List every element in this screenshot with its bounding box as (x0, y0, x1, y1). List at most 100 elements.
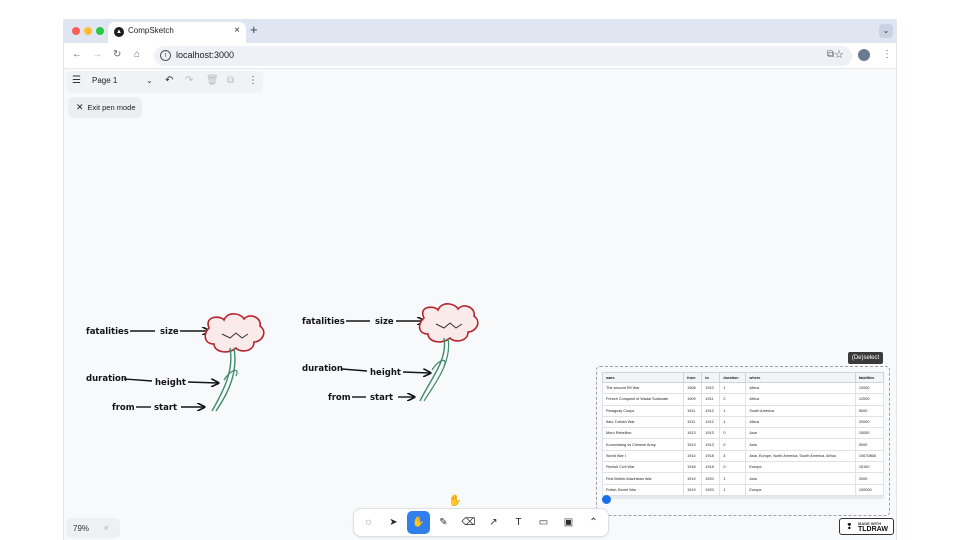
table-cell: 1 (719, 404, 747, 417)
table-cell: 1918 (701, 449, 721, 463)
label-size: size (375, 317, 394, 327)
note-tool-button[interactable]: ▭ (532, 511, 555, 534)
table-cell: World War I (601, 449, 685, 463)
label-from: from (112, 403, 135, 413)
table-row: French Conquest of Wadai Sultanate 1909 19… (601, 393, 885, 406)
table-cell: Polish-Soviet War (601, 483, 685, 496)
data-table-shape[interactable]: wars from to duration where fatalities The se… (596, 366, 890, 516)
browser-menu-icon[interactable]: ⋮ (882, 49, 892, 61)
page-menu: ☰ Page 1 ⌄ ↶ ↷ 🗑 ⧉ ⋮ (66, 71, 263, 93)
browser-toolbar: ← → ↻ ⌂ i localhost:3000 ☆ ⧉ ⋮ (64, 43, 896, 69)
hand-cursor-icon: ✋ (448, 495, 462, 507)
zoom-level: 79% (73, 524, 90, 533)
table-cell: Asia (745, 438, 856, 451)
table-cell: 100000 (854, 483, 885, 496)
image-icon: ▣ (563, 517, 574, 528)
table-cell: French Conquest of Wadai Sultanate (601, 393, 685, 406)
arrow-tool-button[interactable]: ↗ (482, 511, 505, 534)
duplicate-icon[interactable]: ⧉ (227, 75, 234, 87)
select-tool-button[interactable]: ➤ (382, 511, 405, 534)
table-cell: 12000 (854, 393, 885, 406)
arrow (341, 368, 368, 372)
close-window-button[interactable] (72, 27, 80, 35)
image-tool-button[interactable]: ▣ (557, 511, 580, 534)
bookmark-star-icon[interactable]: ☆ (834, 48, 844, 61)
table-cell: 4 (719, 449, 747, 463)
table-cell: Europe (745, 461, 856, 474)
table-header-row: wars from to duration where fatalities (601, 372, 885, 383)
table-cell: 1912 (701, 415, 721, 429)
label-fatalities: fatalities (302, 317, 345, 327)
label-from: from (328, 393, 351, 403)
exit-pen-mode-button[interactable]: ✕ Exit pen mode (68, 97, 142, 118)
text-tool-button[interactable]: T (507, 511, 530, 534)
tab-search-button[interactable]: ⌄ (879, 24, 893, 38)
table-cell: 1911 (701, 393, 721, 406)
table-cell: 1 (719, 472, 747, 485)
table-cell: 2 (719, 393, 747, 406)
poppy-sketch-2[interactable]: fatalities size duration height from sta… (302, 303, 479, 403)
undo-icon[interactable]: ↶ (165, 75, 173, 87)
url-text[interactable]: localhost:3000 (176, 50, 234, 60)
back-icon[interactable]: ← (72, 49, 82, 61)
new-tab-button[interactable]: + (250, 23, 258, 37)
table-cell: 1919 (683, 483, 703, 496)
address-bar[interactable]: i localhost:3000 ☆ (154, 46, 852, 66)
arrow (187, 382, 218, 383)
table-cell: Kuomintang vs Chinese Army (601, 438, 685, 451)
expand-icon[interactable]: » (104, 523, 108, 532)
label-fatalities: fatalities (86, 327, 129, 337)
table-cell: 1 (719, 415, 747, 429)
hand-tool-button[interactable]: ✋ (407, 511, 430, 534)
reload-icon[interactable]: ↻ (113, 49, 121, 61)
page-name[interactable]: Page 1 (92, 76, 117, 85)
close-tab-icon[interactable]: × (234, 25, 240, 36)
main-menu-icon[interactable]: ☰ (72, 75, 81, 87)
browser-tab[interactable]: ▲ CompSketch × (108, 22, 246, 43)
flower-head (418, 303, 479, 343)
table-cell: South America (745, 404, 856, 417)
maximize-window-button[interactable] (96, 27, 104, 35)
chevron-up-tool-button[interactable]: ⌃ (582, 511, 605, 534)
table-cell: 1911 (683, 415, 703, 429)
profile-avatar[interactable] (858, 49, 870, 61)
table-cell: 1908 (683, 381, 703, 395)
table-cell: Asia, Europe, North America, South Ameri… (745, 449, 856, 463)
table-scrollbar[interactable] (602, 496, 884, 499)
text-icon: T (515, 517, 522, 528)
lasso-tool-button[interactable]: ◌ (357, 511, 380, 534)
label-duration: duration (86, 374, 127, 384)
table-cell: 1918 (701, 461, 721, 474)
tab-title: CompSketch (128, 26, 174, 35)
deselect-button[interactable]: (De)select (848, 352, 883, 364)
extensions-icon[interactable]: ⧉ (827, 49, 834, 61)
table-cell: 1910 (701, 381, 721, 395)
minimize-window-button[interactable] (84, 27, 92, 35)
flower-head (204, 313, 265, 353)
pencil-tool-button[interactable]: ✎ (432, 511, 455, 534)
table-cell: Moro Rebellion (601, 427, 685, 440)
made-with-tldraw-badge[interactable]: ❢ MADE WITH TLDRAW (839, 518, 894, 535)
table-cell: 1919 (683, 472, 703, 485)
table-row: Italo-Turkish War 1911 1912 1 Africa 20000 (601, 415, 885, 429)
table-cell: Italo-Turkish War (601, 415, 685, 429)
redo-icon[interactable]: ↷ (185, 75, 193, 87)
eraser-icon: ⌫ (461, 517, 476, 528)
table-row: Moro Rebellion 1913 1913 0 Asia 15050 (601, 427, 885, 440)
table-cell: 1911 (683, 404, 703, 417)
site-info-icon[interactable]: i (160, 50, 171, 61)
zoom-menu[interactable]: 79% » (66, 518, 120, 538)
more-icon[interactable]: ⋮ (248, 75, 258, 87)
chevron-down-icon[interactable]: ⌄ (146, 75, 153, 87)
home-icon[interactable]: ⌂ (134, 49, 140, 61)
table-resize-handle[interactable] (602, 495, 611, 504)
browser-window: ▲ CompSketch × + ⌄ ← → ↻ ⌂ i localhost:3… (63, 19, 897, 540)
trash-icon[interactable]: 🗑 (206, 75, 219, 87)
tldraw-app: fatalities size duration height from sta… (64, 70, 896, 540)
label-duration: duration (302, 364, 343, 374)
exit-pen-mode-label: Exit pen mode (87, 103, 136, 112)
eraser-tool-button[interactable]: ⌫ (457, 511, 480, 534)
poppy-sketch-1[interactable]: fatalities size duration height from sta… (86, 313, 265, 413)
forward-icon[interactable]: → (92, 49, 102, 61)
table-cell: 15050 (854, 427, 885, 440)
